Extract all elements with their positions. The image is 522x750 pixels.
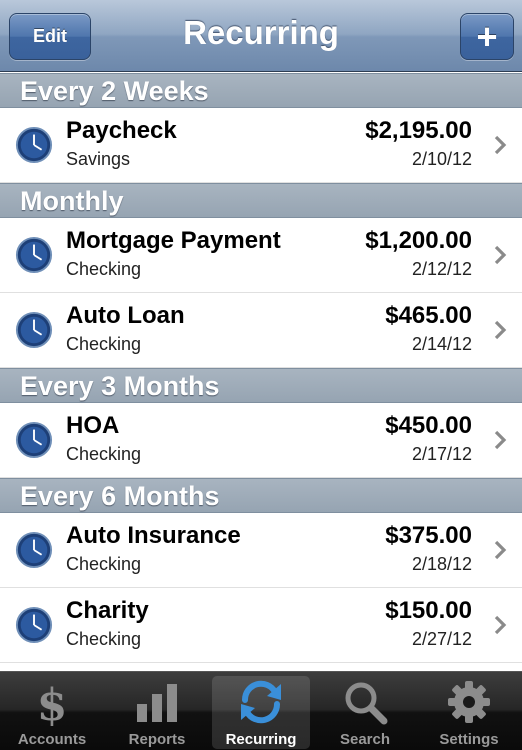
tab-recurring[interactable]: Recurring xyxy=(212,676,310,749)
tab-label: Settings xyxy=(439,731,499,748)
section-header: Monthly xyxy=(0,183,522,218)
list-item[interactable]: Paycheck Savings $2,195.00 2/10/12 xyxy=(0,108,522,183)
list-item[interactable]: Auto Insurance Checking $375.00 2/18/12 xyxy=(0,513,522,588)
item-amount: $465.00 xyxy=(385,302,472,329)
item-account: Checking xyxy=(66,629,142,649)
tab-search[interactable]: Search xyxy=(316,676,414,749)
item-name: Paycheck xyxy=(66,117,177,144)
section-header: Every 3 Months xyxy=(0,368,522,403)
item-account: Savings xyxy=(66,149,131,169)
list-item[interactable]: HOA Checking $450.00 2/17/12 xyxy=(0,403,522,478)
chevron-right-icon xyxy=(494,540,507,560)
chevron-right-icon xyxy=(494,430,507,450)
item-date: 2/17/12 xyxy=(411,444,472,464)
clock-icon xyxy=(15,421,53,459)
page-title: Recurring xyxy=(183,14,339,51)
chevron-right-icon xyxy=(494,615,507,635)
item-account: Checking xyxy=(66,259,142,279)
svg-text:$: $ xyxy=(37,680,68,726)
chevron-right-icon xyxy=(494,245,507,265)
section-header-label: Every 3 Months xyxy=(20,371,220,401)
section-header-label: Monthly xyxy=(20,186,124,216)
item-name: Auto Insurance xyxy=(66,522,241,549)
item-name: Mortgage Payment xyxy=(66,227,281,254)
item-date: 2/14/12 xyxy=(411,334,472,354)
tab-label: Search xyxy=(339,731,391,748)
list-item[interactable]: Auto Loan Checking $465.00 2/14/12 xyxy=(0,293,522,368)
list-item[interactable]: Mortgage Payment Checking $1,200.00 2/12… xyxy=(0,218,522,293)
item-amount: $450.00 xyxy=(385,412,472,439)
item-name: Charity xyxy=(66,597,149,624)
item-date: 2/12/12 xyxy=(411,259,472,279)
tab-label: Reports xyxy=(128,731,186,748)
tab-settings[interactable]: Settings xyxy=(420,676,518,749)
item-account: Checking xyxy=(66,554,142,574)
gear-icon xyxy=(448,681,490,723)
clock-icon xyxy=(15,311,53,349)
recurring-arrows-icon xyxy=(241,680,281,724)
item-date: 2/27/12 xyxy=(411,629,472,649)
list-item[interactable]: Charity Checking $150.00 2/27/12 xyxy=(0,588,522,663)
clock-icon xyxy=(15,606,53,644)
item-name: Auto Loan xyxy=(66,302,185,329)
navigation-bar: Edit Recurring + xyxy=(0,0,522,72)
item-date: 2/18/12 xyxy=(411,554,472,574)
tab-bar: $ Accounts Reports Recurring Search Sett… xyxy=(0,671,522,750)
section-header: Every 2 Weeks xyxy=(0,73,522,108)
clock-icon xyxy=(15,236,53,274)
tab-reports[interactable]: Reports xyxy=(108,676,206,749)
tab-label: Accounts xyxy=(17,731,87,748)
tab-accounts[interactable]: $ Accounts xyxy=(3,676,101,749)
item-account: Checking xyxy=(66,334,142,354)
recurring-list: Every 2 Weeks Paycheck Savings $2,195.00… xyxy=(0,73,522,663)
dollar-icon: $ xyxy=(37,680,68,726)
bar-chart-icon xyxy=(137,684,177,722)
item-amount: $1,200.00 xyxy=(365,227,472,254)
item-amount: $150.00 xyxy=(385,597,472,624)
section-header: Every 6 Months xyxy=(0,478,522,513)
tab-label: Recurring xyxy=(225,731,297,748)
item-name: HOA xyxy=(66,412,120,439)
section-header-label: Every 2 Weeks xyxy=(20,76,209,106)
magnifier-icon xyxy=(345,682,388,725)
item-date: 2/10/12 xyxy=(411,149,472,169)
section-header-label: Every 6 Months xyxy=(20,481,220,511)
add-button[interactable]: + xyxy=(460,13,514,60)
clock-icon xyxy=(15,531,53,569)
clock-icon xyxy=(15,126,53,164)
item-account: Checking xyxy=(66,444,142,464)
chevron-right-icon xyxy=(494,135,507,155)
chevron-right-icon xyxy=(494,320,507,340)
item-amount: $375.00 xyxy=(385,522,472,549)
item-amount: $2,195.00 xyxy=(365,117,472,144)
